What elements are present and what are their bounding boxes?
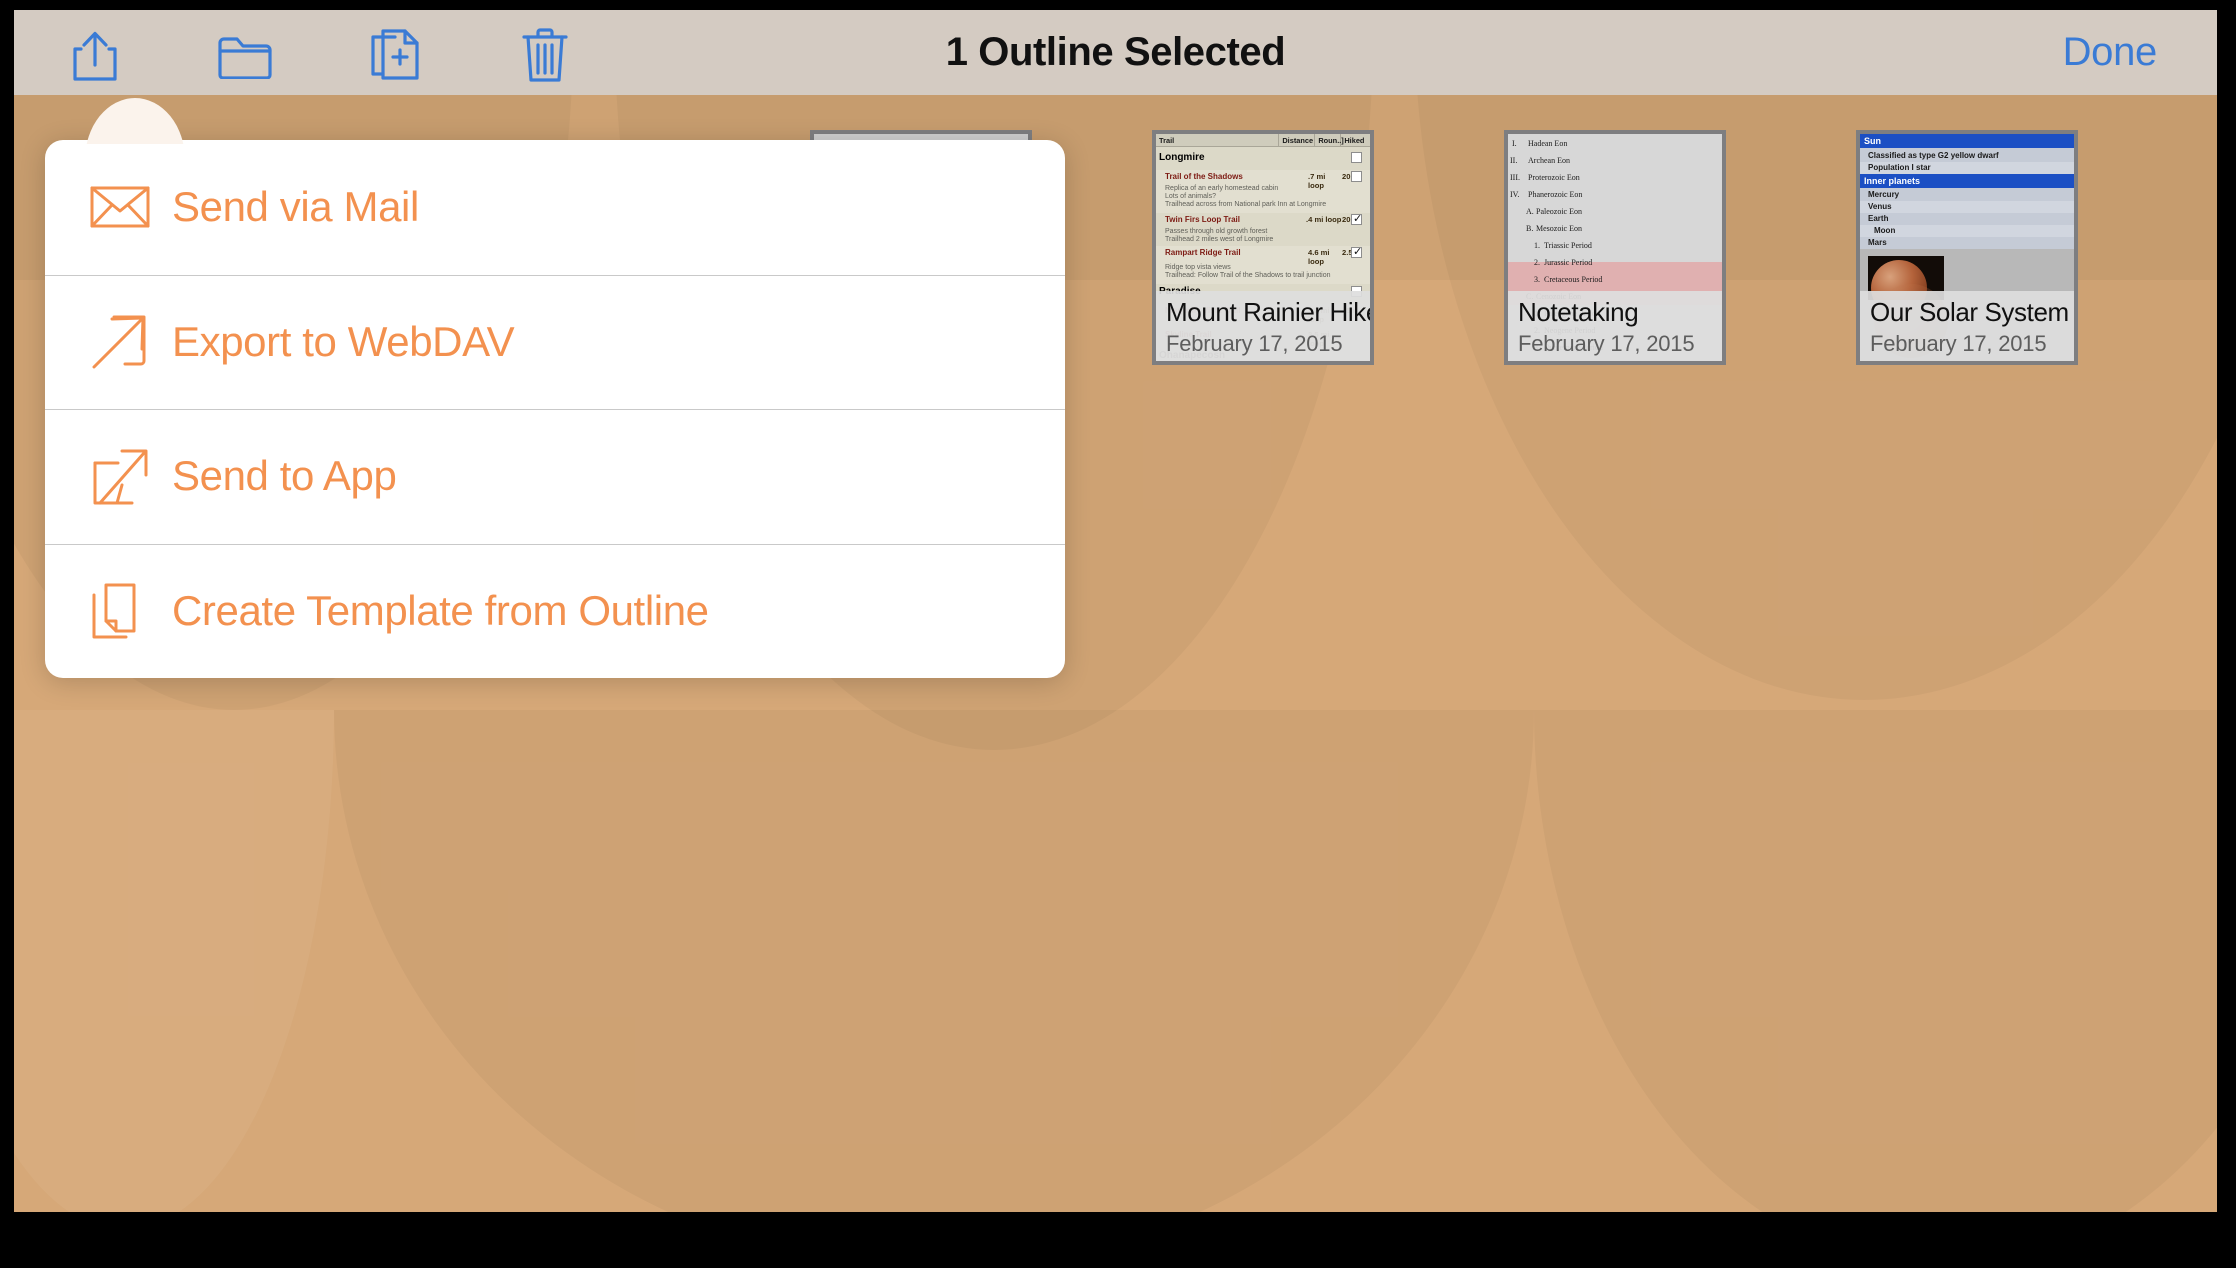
document-card-footer: Our Solar System February 17, 2015 (1860, 291, 2074, 361)
document-card-solar-system[interactable]: Sun Classified as type G2 yellow dwarf P… (1856, 130, 2078, 365)
menu-item-label: Export to WebDAV (172, 317, 515, 365)
document-card-footer: Notetaking February 17, 2015 (1508, 291, 1722, 361)
popover-arrow (80, 92, 190, 144)
document-card-footer: Mount Rainier Hikes February 17, 2015 (1156, 291, 1370, 361)
send-to-app-icon (90, 445, 172, 507)
document-card-notetaking[interactable]: I. Hadean Eon II. Archean Eon III. Prote… (1504, 130, 1726, 365)
document-title: Notetaking (1518, 297, 1639, 327)
menu-item-send-to-app[interactable]: Send to App (45, 409, 1065, 544)
document-title: Mount Rainier Hikes (1166, 297, 1374, 327)
document-date: February 17, 2015 (1518, 331, 1695, 356)
document-date: February 17, 2015 (1870, 331, 2047, 356)
menu-item-export-to-webdav[interactable]: Export to WebDAV (45, 274, 1065, 410)
export-arrow-icon (90, 313, 172, 371)
template-document-icon (90, 581, 172, 641)
done-button[interactable]: Done (2063, 10, 2158, 95)
menu-item-label: Send via Mail (172, 183, 419, 231)
menu-item-label: Send to App (172, 452, 397, 500)
document-title: Our Solar System (1870, 297, 2069, 327)
document-card-hikes[interactable]: Trail Distance Roun..] Hiked Longmire Tr… (1152, 130, 1374, 365)
document-date: February 17, 2015 (1166, 331, 1343, 356)
app-screen: ican Mone ates ates Trail Distance Roun.… (14, 10, 2217, 1212)
menu-item-create-template[interactable]: Create Template from Outline (45, 543, 1065, 679)
page-title: 1 Outline Selected (945, 30, 1286, 74)
menu-item-label: Create Template from Outline (172, 586, 709, 634)
share-popover: Send via Mail Export to WebDAV Send to A… (45, 98, 1065, 679)
envelope-icon (90, 185, 172, 229)
menu-item-send-via-mail[interactable]: Send via Mail (45, 140, 1065, 275)
toolbar: 1 Outline Selected Done (14, 10, 2217, 95)
